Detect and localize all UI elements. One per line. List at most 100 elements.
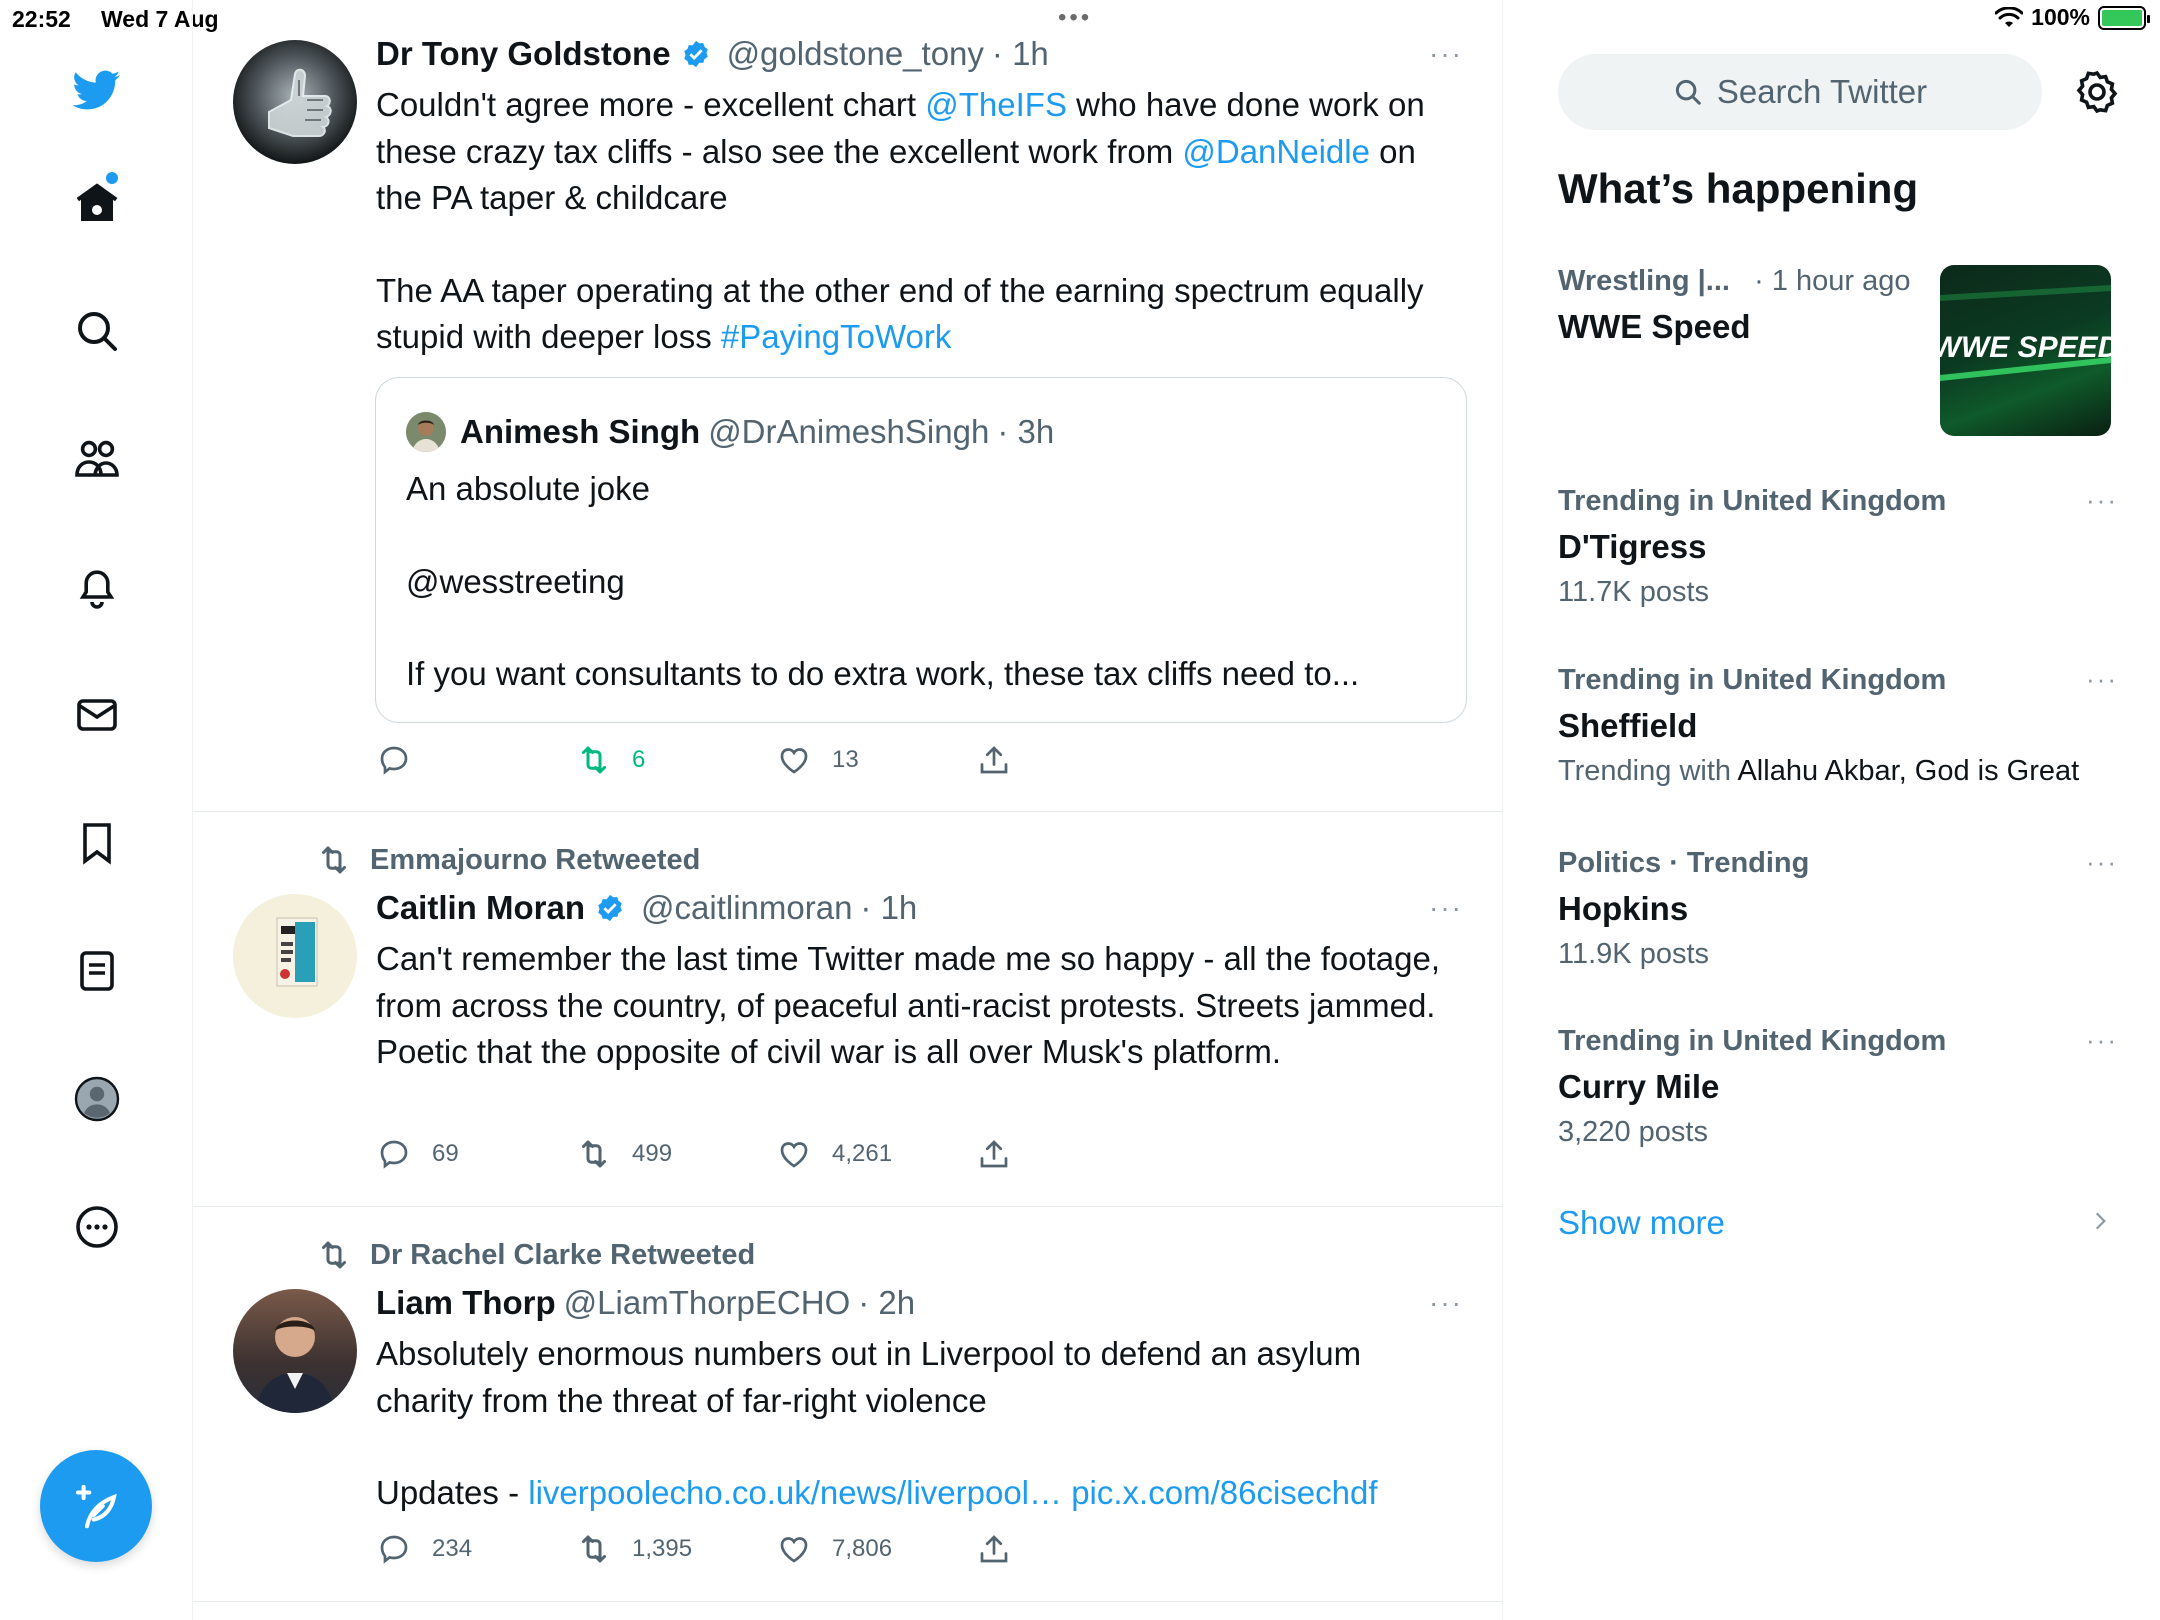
author-handle[interactable]: @LiamThorpECHO: [564, 1284, 851, 1322]
messages-envelope-icon[interactable]: [62, 680, 132, 750]
reply-icon: [380, 1140, 408, 1169]
left-nav: [0, 0, 193, 1620]
quote-line: @wesstreeting: [406, 562, 625, 600]
share-button[interactable]: [976, 1531, 1012, 1567]
retweet-count: 1,395: [632, 1535, 693, 1562]
trend-with-prefix: Trending with: [1558, 755, 1738, 787]
retweet-icon: [582, 1535, 606, 1563]
trend-more-icon[interactable]: ···: [2086, 847, 2118, 878]
author-name[interactable]: Dr Tony Goldstone: [376, 35, 671, 73]
like-button[interactable]: 4,261: [776, 1136, 892, 1172]
tweet-more-icon[interactable]: ···: [1429, 1287, 1463, 1319]
tweet-time[interactable]: · 2h: [858, 1284, 915, 1322]
quote-avatar[interactable]: [406, 412, 446, 452]
show-more-link[interactable]: Show more: [1558, 1204, 1725, 1242]
author-name[interactable]: Caitlin Moran: [376, 889, 585, 927]
reply-button[interactable]: [376, 742, 432, 778]
like-count: 4,261: [832, 1140, 893, 1167]
retweeted-by: Emmajourno Retweeted: [316, 842, 700, 878]
trend-meta: Politics · Trending: [1558, 847, 1810, 879]
more-options-icon[interactable]: [62, 1192, 132, 1262]
reply-button[interactable]: 69: [376, 1136, 459, 1172]
retweet-button[interactable]: 499: [576, 1136, 672, 1172]
trend-meta: Trending in United Kingdom: [1558, 664, 1947, 696]
avatar[interactable]: [233, 40, 357, 164]
trend-name: Hopkins: [1558, 890, 1689, 927]
quote-author-name[interactable]: Animesh Singh: [460, 413, 700, 451]
retweet-button[interactable]: 6: [576, 742, 645, 778]
share-button[interactable]: [976, 1136, 1012, 1172]
lists-icon[interactable]: [62, 936, 132, 1006]
tweet-text: Can't remember the last time Twitter mad…: [376, 940, 1441, 1070]
tweet-more-icon[interactable]: ···: [1429, 892, 1463, 924]
heart-icon: [780, 1537, 808, 1563]
search-field[interactable]: Search Twitter: [1558, 54, 2042, 130]
tweet-moran[interactable]: Emmajourno Retweeted Caitlin Moran @cait…: [193, 812, 1503, 1207]
hashtag-link[interactable]: #PayingToWork: [721, 318, 952, 355]
article-link[interactable]: liverpoolecho.co.uk/news/liverpool…: [528, 1474, 1062, 1511]
bookmarks-icon[interactable]: [62, 808, 132, 878]
quote-author-handle[interactable]: @DrAnimeshSingh: [708, 413, 989, 451]
settings-gear-icon[interactable]: [2073, 68, 2121, 116]
trend-item[interactable]: Trending in United Kingdom D'Tigress 11.…: [1558, 485, 2118, 609]
timeline: Dr Tony Goldstone @goldstone_tony · 1h ·…: [193, 0, 1503, 1620]
like-button[interactable]: 13: [776, 742, 859, 778]
trend-item[interactable]: Politics · Trending Hopkins 11.9K posts …: [1558, 847, 2118, 971]
whats-happening-title: What’s happening: [1558, 165, 1919, 212]
like-button[interactable]: 7,806: [776, 1531, 892, 1567]
share-button[interactable]: [976, 742, 1012, 778]
trend-thumbnail-image[interactable]: WWE SPEED: [1940, 265, 2111, 436]
verified-badge-icon: [683, 40, 708, 68]
person-photo-image: [255, 1317, 335, 1413]
tweet-text: Absolutely enormous numbers out in Liver…: [376, 1331, 1456, 1517]
trend-count: 3,220 posts: [1558, 1116, 1708, 1148]
pic-link[interactable]: pic.x.com/86cisechdf: [1071, 1474, 1377, 1511]
author-handle[interactable]: @goldstone_tony: [727, 35, 984, 73]
home-icon[interactable]: [62, 168, 132, 238]
retweet-icon: [582, 746, 606, 774]
quote-time[interactable]: · 3h: [997, 413, 1054, 451]
notifications-bell-icon[interactable]: [62, 552, 132, 622]
share-icon: [980, 1140, 1008, 1168]
author-name[interactable]: Liam Thorp: [376, 1284, 556, 1322]
book-cover-image: [276, 917, 318, 987]
quoted-tweet[interactable]: Animesh Singh @DrAnimeshSingh · 3h An ab…: [375, 377, 1467, 723]
search-placeholder: Search Twitter: [1716, 73, 1928, 110]
home-notification-dot: [106, 172, 118, 184]
search-icon[interactable]: [62, 296, 132, 366]
trend-with-terms: Allahu Akbar, God is Great: [1737, 755, 2080, 787]
retweeted-by-label[interactable]: Dr Rachel Clarke Retweeted: [370, 1239, 755, 1272]
compose-tweet-button[interactable]: [40, 1450, 152, 1562]
communities-icon[interactable]: [62, 424, 132, 494]
share-icon: [980, 746, 1008, 774]
trend-meta: Trending in United Kingdom: [1558, 485, 1947, 517]
reply-icon: [380, 1535, 408, 1564]
tweet-thorp[interactable]: Dr Rachel Clarke Retweeted Liam Thorp @L…: [193, 1207, 1503, 1602]
tweet-more-icon[interactable]: ···: [1429, 38, 1463, 70]
tweet-time[interactable]: · 1h: [992, 35, 1049, 73]
trend-more-icon[interactable]: ···: [2086, 485, 2118, 516]
trend-more-icon[interactable]: ···: [2086, 664, 2118, 695]
trend-time: · 1 hour ago: [1754, 265, 1911, 297]
retweet-icon: [582, 1140, 606, 1168]
mention-link[interactable]: @TheIFS: [925, 86, 1067, 123]
reply-button[interactable]: 234: [376, 1531, 472, 1567]
tweet-goldstone[interactable]: Dr Tony Goldstone @goldstone_tony · 1h ·…: [193, 0, 1503, 812]
retweet-icon: [322, 1241, 346, 1269]
profile-avatar-icon[interactable]: [62, 1064, 132, 1134]
avatar[interactable]: [233, 1289, 357, 1413]
heart-icon: [780, 748, 808, 774]
mention-link[interactable]: @DanNeidle: [1182, 133, 1370, 170]
trend-item[interactable]: Trending in United Kingdom Sheffield Tre…: [1558, 664, 2118, 788]
trend-more-icon[interactable]: ···: [2086, 1025, 2118, 1056]
avatar[interactable]: [233, 894, 357, 1018]
chevron-right-icon[interactable]: [2087, 1206, 2113, 1236]
trend-name: Curry Mile: [1558, 1068, 1720, 1105]
retweeted-by-label[interactable]: Emmajourno Retweeted: [370, 844, 700, 877]
retweet-button[interactable]: 1,395: [576, 1531, 692, 1567]
author-handle[interactable]: @caitlinmoran: [641, 889, 852, 927]
twitter-logo-icon[interactable]: [62, 55, 132, 125]
tweet-time[interactable]: · 1h: [860, 889, 917, 927]
retweet-count: 499: [632, 1140, 673, 1167]
trend-item[interactable]: Trending in United Kingdom Curry Mile 3,…: [1558, 1025, 2118, 1149]
